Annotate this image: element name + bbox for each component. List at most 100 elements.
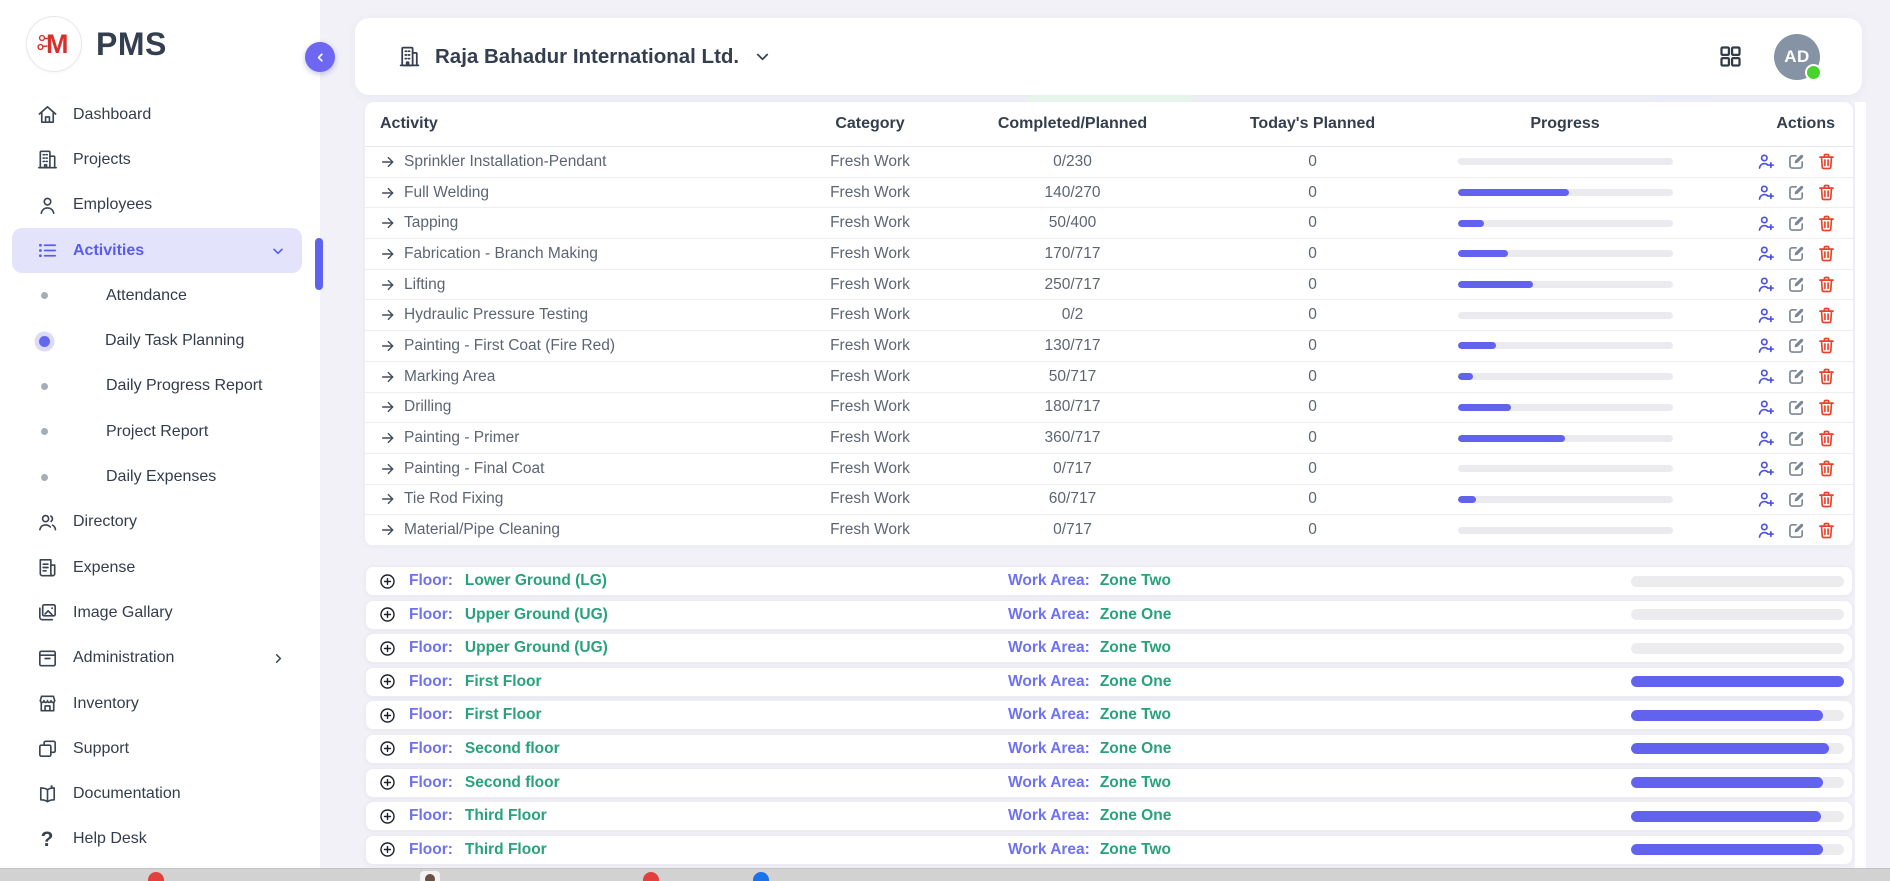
expand-plus-icon[interactable] xyxy=(378,572,397,591)
floor-label: Floor: xyxy=(409,673,453,691)
expand-plus-icon[interactable] xyxy=(378,807,397,826)
apps-grid-button[interactable] xyxy=(1717,43,1744,70)
sidebar-scroll-indicator[interactable] xyxy=(315,238,323,290)
assign-user-button[interactable] xyxy=(1756,428,1777,449)
table-row: Material/Pipe Cleaning Fresh Work 0/717 … xyxy=(365,515,1853,546)
company-selector[interactable]: Raja Bahadur International Ltd. xyxy=(397,44,772,69)
expand-plus-icon[interactable] xyxy=(378,773,397,792)
assign-user-button[interactable] xyxy=(1756,366,1777,387)
sidebar-item-employees[interactable]: Employees xyxy=(0,183,320,228)
sidebar-subitem-project-report[interactable]: Project Report xyxy=(0,409,320,454)
delete-button[interactable] xyxy=(1816,305,1837,326)
floor-progress-fill xyxy=(1631,676,1844,687)
delete-button[interactable] xyxy=(1816,335,1837,356)
edit-button[interactable] xyxy=(1786,458,1807,479)
work-area-label: Work Area: xyxy=(1008,572,1090,590)
delete-button[interactable] xyxy=(1816,366,1837,387)
sidebar-item-documentation[interactable]: Documentation xyxy=(0,771,320,816)
sidebar-subitem-label: Daily Task Planning xyxy=(105,332,244,350)
edit-button[interactable] xyxy=(1786,489,1807,510)
delete-button[interactable] xyxy=(1816,182,1837,203)
sidebar-item-image-gallery[interactable]: Image Gallary xyxy=(0,590,320,635)
activity-name: Lifting xyxy=(404,276,445,294)
floor-progress-bar xyxy=(1631,777,1844,788)
sidebar-collapse-button[interactable] xyxy=(305,42,335,72)
sidebar-subitem-daily-task-planning[interactable]: Daily Task Planning xyxy=(0,318,320,363)
assign-user-button[interactable] xyxy=(1756,458,1777,479)
assign-user-button[interactable] xyxy=(1756,305,1777,326)
completed-planned-value: 0/717 xyxy=(955,460,1190,478)
edit-button[interactable] xyxy=(1786,428,1807,449)
floor-progress-bar xyxy=(1631,710,1844,721)
edit-button[interactable] xyxy=(1786,305,1807,326)
avatar[interactable]: AD xyxy=(1774,34,1820,80)
expand-plus-icon[interactable] xyxy=(378,672,397,691)
sidebar-item-support[interactable]: Support xyxy=(0,726,320,771)
sidebar-subitem-label: Attendance xyxy=(106,287,187,305)
assign-user-button[interactable] xyxy=(1756,274,1777,295)
sidebar-subitem-daily-progress-report[interactable]: Daily Progress Report xyxy=(0,364,320,409)
assign-user-button[interactable] xyxy=(1756,335,1777,356)
sidebar-item-dashboard[interactable]: Dashboard xyxy=(0,92,320,137)
delete-button[interactable] xyxy=(1816,274,1837,295)
floor-value: First Floor xyxy=(465,706,542,724)
edit-button[interactable] xyxy=(1786,520,1807,541)
sidebar-item-administration[interactable]: Administration xyxy=(0,636,320,681)
activity-name: Sprinkler Installation-Pendant xyxy=(404,153,606,171)
edit-button[interactable] xyxy=(1786,274,1807,295)
sidebar-item-expense[interactable]: Expense xyxy=(0,545,320,590)
assign-user-button[interactable] xyxy=(1756,520,1777,541)
floor-row: Floor: Third Floor Work Area: Zone One xyxy=(365,801,1853,831)
work-area-value: Zone One xyxy=(1100,606,1171,624)
column-header-actions: Actions xyxy=(1695,115,1853,133)
assign-user-button[interactable] xyxy=(1756,397,1777,418)
edit-button[interactable] xyxy=(1786,213,1807,234)
edit-button[interactable] xyxy=(1786,397,1807,418)
assign-user-button[interactable] xyxy=(1756,151,1777,172)
delete-button[interactable] xyxy=(1816,397,1837,418)
expand-plus-icon[interactable] xyxy=(378,739,397,758)
assign-user-button[interactable] xyxy=(1756,213,1777,234)
edit-button[interactable] xyxy=(1786,243,1807,264)
sidebar-item-inventory[interactable]: Inventory xyxy=(0,681,320,726)
progress-bar xyxy=(1458,527,1673,534)
arrow-right-icon xyxy=(380,307,396,323)
sidebar-item-activities[interactable]: Activities xyxy=(12,228,302,273)
scrollbar[interactable] xyxy=(1855,102,1866,868)
arrow-right-icon xyxy=(380,246,396,262)
floor-row: Floor: Second floor Work Area: Zone One xyxy=(365,734,1853,764)
delete-button[interactable] xyxy=(1816,151,1837,172)
delete-button[interactable] xyxy=(1816,458,1837,479)
sidebar-subitem-daily-expenses[interactable]: Daily Expenses xyxy=(0,454,320,499)
completed-planned-value: 140/270 xyxy=(955,184,1190,202)
assign-user-button[interactable] xyxy=(1756,243,1777,264)
assign-user-button[interactable] xyxy=(1756,182,1777,203)
expand-plus-icon[interactable] xyxy=(378,639,397,658)
person-icon xyxy=(35,194,59,217)
delete-button[interactable] xyxy=(1816,243,1837,264)
sidebar-item-help-desk[interactable]: ? Help Desk xyxy=(0,817,320,862)
sidebar-item-projects[interactable]: Projects xyxy=(0,137,320,182)
bullet-icon xyxy=(39,336,50,347)
delete-button[interactable] xyxy=(1816,520,1837,541)
assign-user-button[interactable] xyxy=(1756,489,1777,510)
floor-progress-bar xyxy=(1631,609,1844,620)
edit-button[interactable] xyxy=(1786,182,1807,203)
delete-button[interactable] xyxy=(1816,489,1837,510)
edit-button[interactable] xyxy=(1786,151,1807,172)
sidebar-item-label: Activities xyxy=(73,242,144,260)
delete-button[interactable] xyxy=(1816,428,1837,449)
sidebar-subitem-attendance[interactable]: Attendance xyxy=(0,273,320,318)
delete-button[interactable] xyxy=(1816,213,1837,234)
work-area-value: Zone Two xyxy=(1100,572,1171,590)
sidebar-item-label: Directory xyxy=(73,513,137,531)
expand-plus-icon[interactable] xyxy=(378,605,397,624)
edit-button[interactable] xyxy=(1786,335,1807,356)
taskbar xyxy=(0,868,1890,881)
sidebar-item-label: Support xyxy=(73,740,129,758)
expand-plus-icon[interactable] xyxy=(378,706,397,725)
todays-planned-value: 0 xyxy=(1190,245,1435,263)
edit-button[interactable] xyxy=(1786,366,1807,387)
expand-plus-icon[interactable] xyxy=(378,840,397,859)
sidebar-item-directory[interactable]: Directory xyxy=(0,500,320,545)
